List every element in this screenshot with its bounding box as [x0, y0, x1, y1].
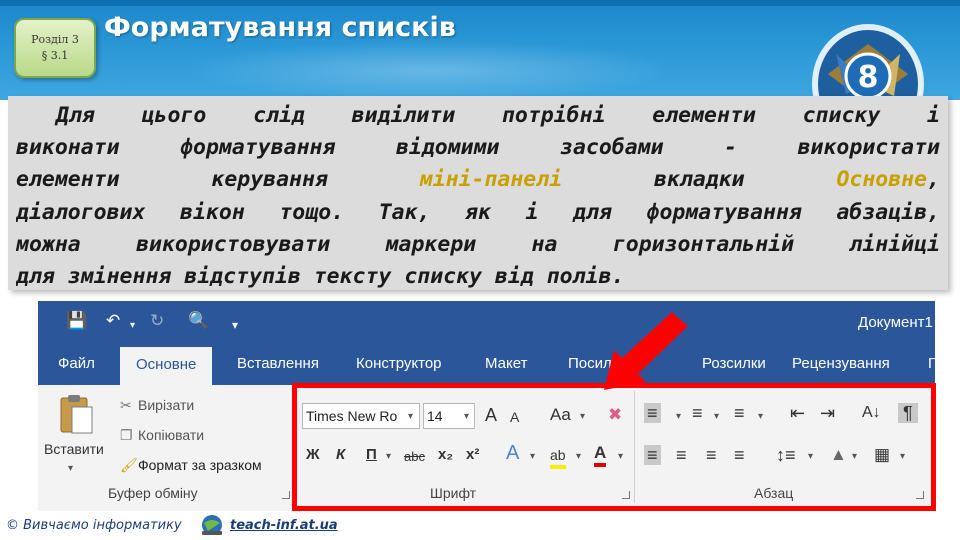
paragraph-text: вкладки [562, 167, 837, 193]
scissors-icon: ✂ [120, 397, 132, 413]
paragraph-line: можна використовувати маркери на горизон… [16, 231, 940, 257]
tab-mailings[interactable]: Розсилки [702, 343, 766, 385]
copy-icon: ❐ [120, 427, 133, 443]
clipboard-icon[interactable] [58, 393, 94, 435]
clipboard-dialog-launcher[interactable] [282, 491, 290, 499]
highlight-frame [292, 383, 936, 511]
header-stripe [0, 0, 960, 6]
slide-title: Форматування списків [104, 12, 456, 43]
tab-home[interactable]: Основне [120, 347, 213, 385]
globe-icon [202, 515, 222, 535]
tab-review[interactable]: Рецензування [792, 343, 890, 385]
grade-8-logo: 8 [812, 24, 924, 100]
cut-button[interactable]: ✂ Вирізати [120, 397, 194, 414]
save-icon[interactable]: 💾 [66, 311, 87, 331]
tab-layout[interactable]: Макет [485, 343, 527, 385]
document-title: Документ1 [858, 314, 933, 331]
paragraph-line: Для цього слід виділити потрібні елемент… [56, 103, 940, 128]
format-painter-button[interactable]: 🖌Формат за зразком [120, 457, 262, 474]
highlight-home-tab: Основне [836, 167, 928, 193]
paste-dropdown-icon[interactable]: ▾ [68, 463, 73, 474]
redo-icon[interactable]: ↻ [150, 311, 164, 331]
footer-site-link[interactable]: teach-inf.at.ua [230, 518, 338, 533]
paragraph-line: елементи керування міні-панелі вкладки О… [16, 164, 940, 196]
clipboard-group-label: Буфер обміну [108, 485, 198, 501]
section-badge-paragraph: § 3.1 [41, 49, 69, 62]
section-badge: Розділ 3 § 3.1 [14, 18, 96, 78]
tab-insert[interactable]: Вставлення [237, 343, 319, 385]
header-glow [180, 40, 680, 100]
tab-view[interactable]: П [928, 343, 935, 385]
copy-label: Копіювати [138, 427, 205, 443]
quick-access-toolbar: 💾 ↶ ▾ ↻ 🔍 ▾ Документ1 [38, 301, 935, 343]
paste-button[interactable]: Вставити [44, 441, 104, 457]
paragraph-line: для змінення відступів тексту списку від… [16, 264, 625, 290]
undo-dropdown-icon[interactable]: ▾ [130, 316, 135, 336]
brush-icon: 🖌 [120, 457, 138, 473]
grade-number: 8 [858, 60, 879, 95]
tab-file[interactable]: Файл [58, 343, 95, 385]
cut-label: Вирізати [138, 397, 195, 413]
highlight-mini-toolbar: міні-панелі [419, 167, 563, 193]
copy-button[interactable]: ❐ Копіювати [120, 427, 204, 444]
paragraph-line: діалогових вікон тощо. Так, як і для фор… [16, 199, 940, 225]
format-painter-label: Формат за зразком [138, 457, 262, 473]
paragraph-text: елементи керування [16, 167, 420, 193]
undo-icon[interactable]: ↶ [106, 311, 120, 331]
print-preview-icon[interactable]: 🔍 [188, 311, 209, 331]
customize-toolbar-icon[interactable]: ▾ [232, 315, 238, 335]
explanation-text-box: Для цього слід виділити потрібні елемент… [8, 96, 948, 290]
paragraph-text: , [927, 167, 940, 193]
paragraph-line: виконати форматування відомими засобами … [16, 135, 940, 161]
tab-design[interactable]: Конструктор [356, 343, 442, 385]
red-arrow-icon [604, 312, 688, 390]
footer-copyright: © Вивчаємо інформатику [6, 518, 182, 533]
ribbon-tabs: Файл Основне Вставлення Конструктор Маке… [38, 343, 935, 385]
section-badge-chapter: Розділ 3 [31, 33, 79, 46]
